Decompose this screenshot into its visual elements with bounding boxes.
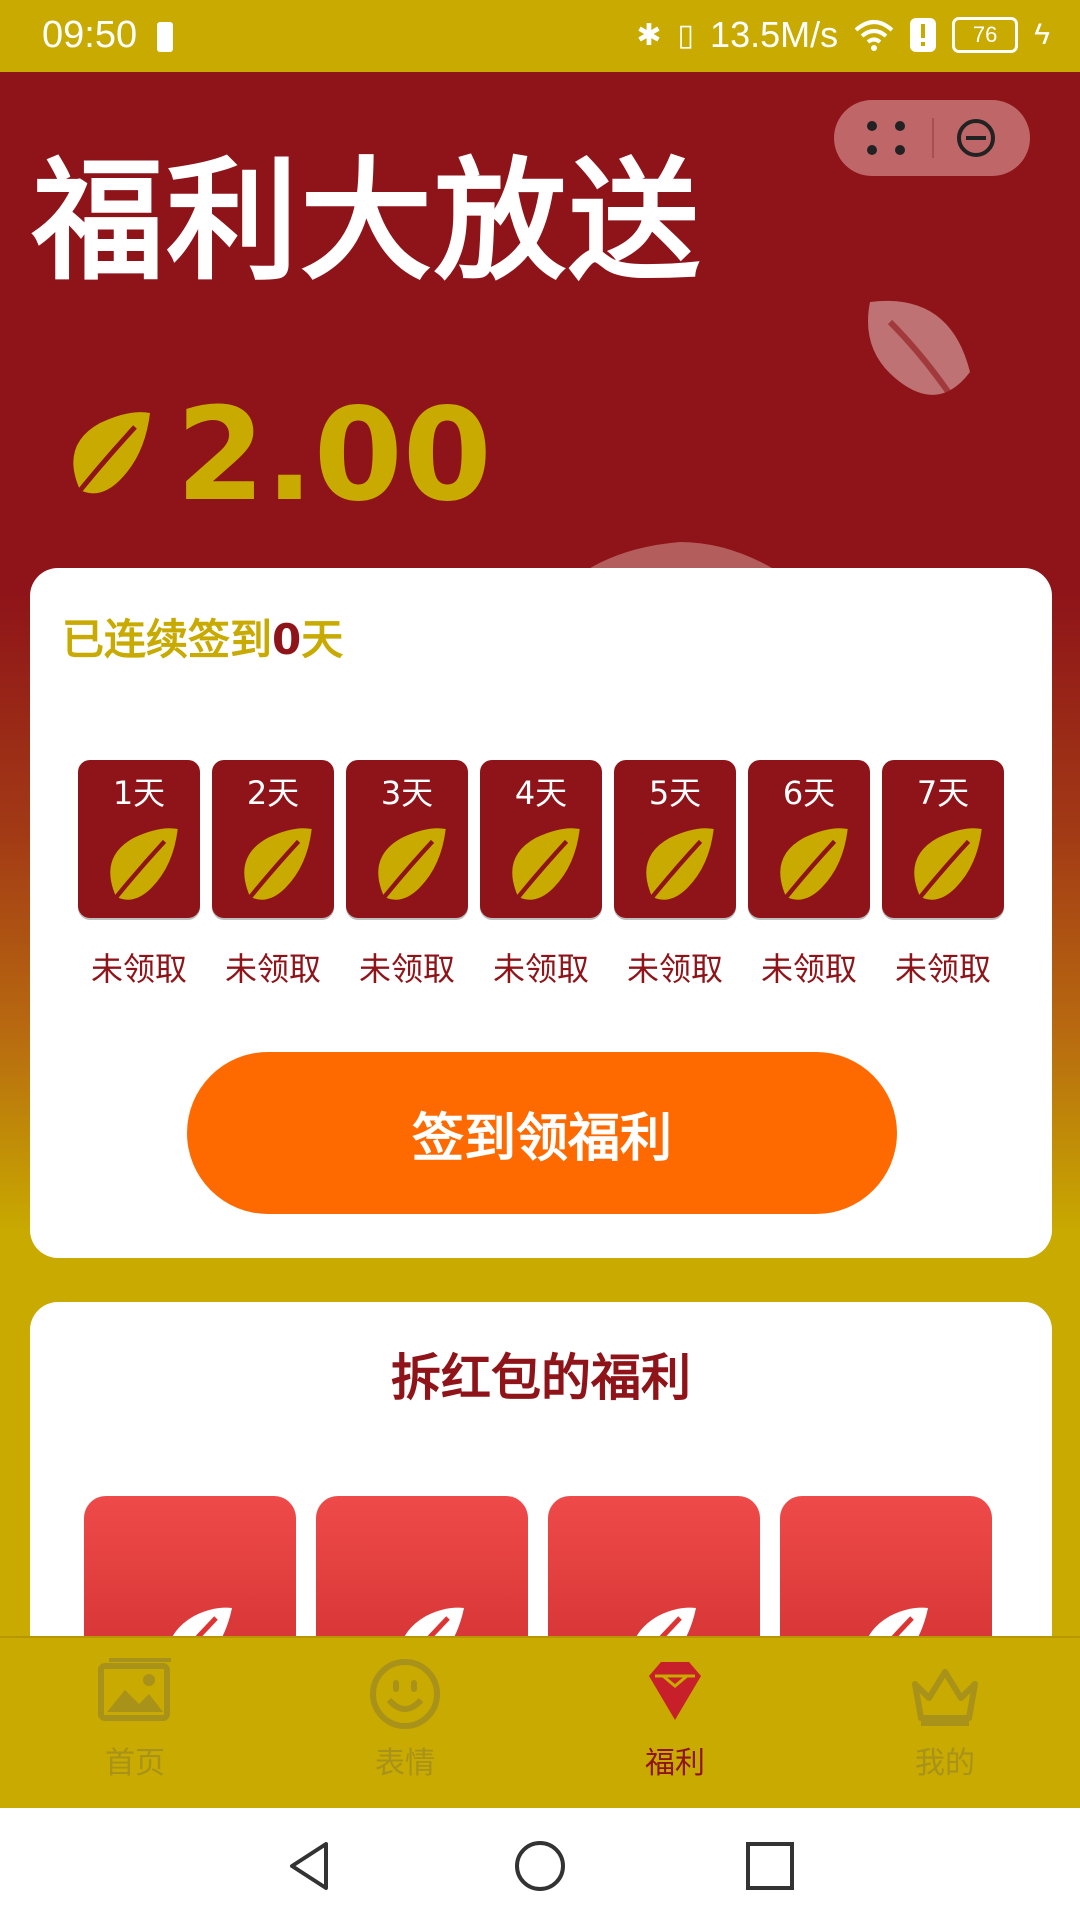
streak-days: 0 <box>272 615 302 664</box>
day-box: 7天 <box>882 760 1004 918</box>
day-box: 6天 <box>748 760 870 918</box>
signin-day-7[interactable]: 7天 未领取 <box>882 760 1004 990</box>
day-status: 未领取 <box>626 950 723 988</box>
back-icon[interactable] <box>282 1838 338 1894</box>
day-box: 3天 <box>346 760 468 918</box>
day-label: 1天 <box>112 774 166 812</box>
day-status: 未领取 <box>760 950 857 988</box>
gold-leaf-icon <box>373 828 446 910</box>
crown-icon <box>912 1669 978 1726</box>
day-box: 4天 <box>480 760 602 918</box>
day-status: 未领取 <box>358 950 455 988</box>
day-label: 5天 <box>648 774 702 812</box>
nav-item-stickers[interactable]: 表情 <box>270 1638 540 1810</box>
decorative-leaf-icon <box>868 300 970 419</box>
day-label: 3天 <box>380 774 434 812</box>
day-status: 未领取 <box>90 950 187 988</box>
minimize-icon[interactable] <box>956 118 996 158</box>
smiley-icon <box>370 1659 440 1729</box>
signin-day-2[interactable]: 2天 未领取 <box>212 760 334 990</box>
page-title: 福利大放送 <box>32 145 702 299</box>
signin-card: 已连续签到0天 1天 未领取 2天 未领取 3天 未领取 4天 未领取 5天 未… <box>30 568 1052 1258</box>
balance-value: 2.00 <box>176 380 492 530</box>
nav-item-welfare[interactable]: 福利 <box>540 1638 810 1810</box>
gallery-icon <box>98 1658 171 1721</box>
gold-leaf-icon <box>507 828 580 910</box>
gold-leaf-icon <box>239 828 312 910</box>
signin-day-1[interactable]: 1天 未领取 <box>78 760 200 990</box>
day-status: 未领取 <box>224 950 321 988</box>
nav-label: 首页 <box>105 1746 165 1781</box>
nav-item-home[interactable]: 首页 <box>0 1638 270 1810</box>
status-icons: ✱ ▯ 13.5M/s 76 ϟ <box>636 14 1050 56</box>
day-label: 2天 <box>246 774 300 812</box>
day-box: 2天 <box>212 760 334 918</box>
bottom-nav: 首页 表情 福利 我的 <box>0 1636 1080 1810</box>
gold-leaf-icon <box>775 828 848 910</box>
day-label: 4天 <box>514 774 568 812</box>
streak-suffix: 天 <box>301 615 344 664</box>
status-bar: 09:50 ✱ ▯ 13.5M/s 76 ϟ <box>0 0 1080 72</box>
streak-prefix: 已连续签到 <box>62 615 273 664</box>
more-dots-icon[interactable] <box>864 118 908 158</box>
signin-streak: 已连续签到0天 <box>62 606 343 667</box>
capsule-divider <box>932 118 934 158</box>
day-status: 未领取 <box>894 950 991 988</box>
recents-square-icon[interactable] <box>742 1838 798 1894</box>
network-speed: 13.5M/s <box>710 14 839 55</box>
nav-label: 福利 <box>645 1746 705 1781</box>
status-time: 09:50 <box>42 14 138 56</box>
charging-icon: ϟ <box>1034 18 1050 51</box>
day-label: 7天 <box>916 774 970 812</box>
alert-icon <box>910 18 937 52</box>
vibrate-icon: ▯ <box>677 18 695 52</box>
mini-program-capsule <box>834 100 1030 176</box>
wifi-icon <box>854 20 894 51</box>
gold-leaf-icon <box>68 412 150 505</box>
signin-day-5[interactable]: 5天 未领取 <box>614 760 736 990</box>
balance-row: 2.00 <box>60 381 492 530</box>
battery-icon: 76 <box>952 17 1019 53</box>
day-status: 未领取 <box>492 950 589 988</box>
gold-leaf-icon <box>909 828 982 910</box>
home-circle-icon[interactable] <box>512 1838 568 1894</box>
gem-icon <box>649 1662 701 1720</box>
nav-item-mine[interactable]: 我的 <box>810 1638 1080 1810</box>
bluetooth-icon: ✱ <box>636 18 662 52</box>
gold-leaf-icon <box>641 828 714 910</box>
system-nav-bar <box>0 1808 1080 1920</box>
nav-label: 表情 <box>375 1746 435 1781</box>
day-label: 6天 <box>782 774 836 812</box>
checkin-button[interactable]: 签到领福利 <box>187 1052 897 1214</box>
nav-label: 我的 <box>915 1746 975 1781</box>
gold-leaf-icon <box>105 828 178 910</box>
signin-day-3[interactable]: 3天 未领取 <box>346 760 468 990</box>
day-box: 5天 <box>614 760 736 918</box>
signin-days: 1天 未领取 2天 未领取 3天 未领取 4天 未领取 5天 未领取 6天 未领… <box>78 760 1004 990</box>
day-box: 1天 <box>78 760 200 918</box>
signin-day-4[interactable]: 4天 未领取 <box>480 760 602 990</box>
red-packet-title: 拆红包的福利 <box>391 1349 691 1407</box>
signin-day-6[interactable]: 6天 未领取 <box>748 760 870 990</box>
battery-saver-icon <box>157 22 173 52</box>
